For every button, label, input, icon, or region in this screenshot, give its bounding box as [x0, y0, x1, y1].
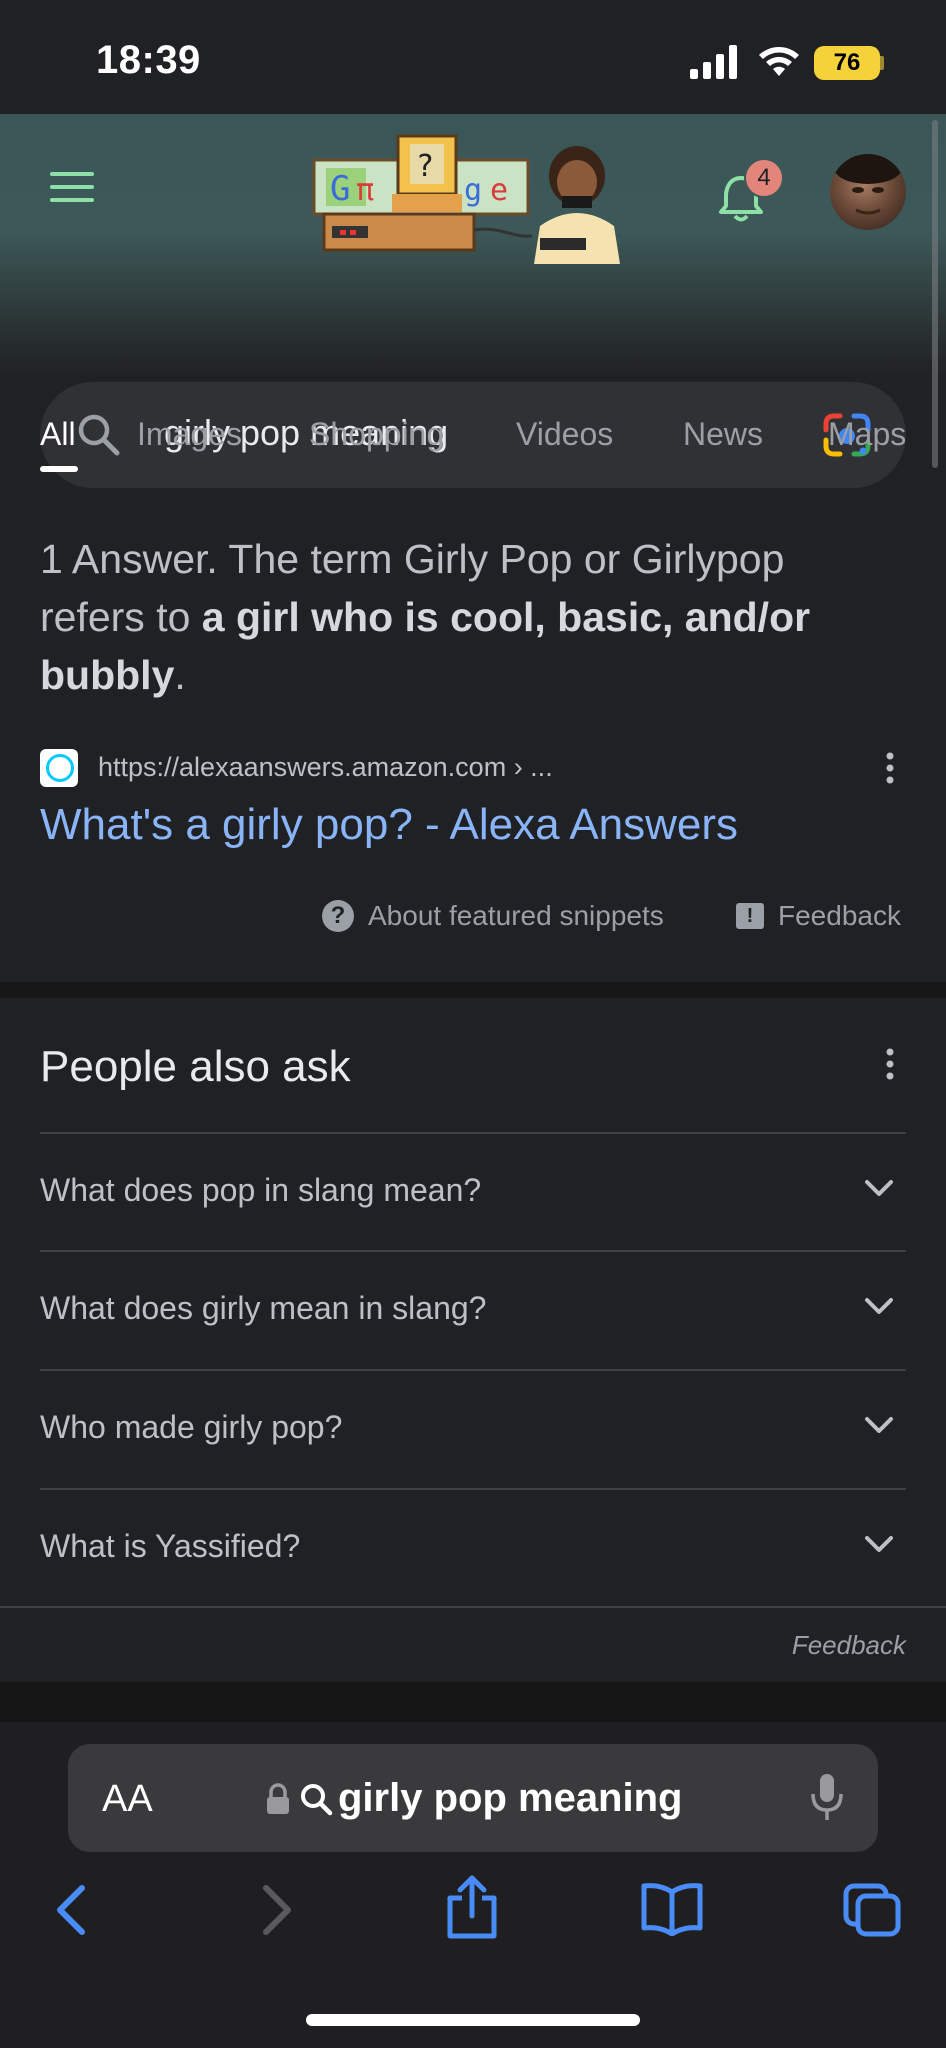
tab-shopping[interactable]: Shopping: [309, 416, 444, 453]
paa-question-item[interactable]: What is Yassified?: [40, 1488, 906, 1608]
people-also-ask-title: People also ask: [40, 1042, 351, 1091]
lock-icon: [267, 1782, 289, 1814]
people-also-ask: People also ask What does pop in slang m…: [0, 998, 946, 1680]
answer-suffix: .: [174, 652, 186, 698]
source-url[interactable]: https://alexaanswers.amazon.com › ...: [98, 752, 553, 783]
chevron-down-icon: [865, 1180, 893, 1196]
status-time: 18:39: [96, 38, 201, 82]
more-options-icon[interactable]: [884, 752, 896, 784]
chevron-down-icon: [865, 1298, 893, 1314]
battery-indicator: 76: [814, 46, 880, 80]
google-doodle-image[interactable]: G π ? g e: [312, 130, 634, 264]
hamburger-menu-icon[interactable]: [50, 172, 94, 206]
search-tabs: All Images Shopping Videos News Maps: [0, 376, 946, 488]
account-avatar[interactable]: [830, 154, 906, 230]
svg-text:π: π: [356, 173, 374, 208]
snippet-answer-text: 1 Answer. The term Girly Pop or Girlypop…: [40, 530, 900, 704]
help-icon: ?: [322, 900, 354, 932]
share-icon[interactable]: [444, 1874, 500, 1940]
page-scrollbar[interactable]: [932, 120, 938, 468]
paa-question-text: Who made girly pop?: [40, 1409, 343, 1445]
bookmarks-icon[interactable]: [640, 1882, 704, 1936]
paa-feedback-link[interactable]: Feedback: [792, 1630, 906, 1661]
paa-question-text: What does pop in slang mean?: [40, 1172, 482, 1208]
search-icon: [301, 1783, 333, 1815]
result-link-title[interactable]: What's a girly pop? - Alexa Answers: [40, 800, 738, 850]
paa-question-text: What is Yassified?: [40, 1528, 301, 1564]
tab-all[interactable]: All: [40, 416, 76, 453]
address-text: girly pop meaning: [338, 1776, 683, 1820]
source-favicon-icon: [40, 749, 78, 787]
google-header: G π ? g e 4 girly pop meaning: [0, 114, 946, 488]
safari-toolbar: AA girly pop meaning: [0, 1722, 946, 2048]
avatar-face-icon: [834, 154, 902, 215]
status-bar: 18:39 76: [0, 0, 946, 114]
paa-question-text: What does girly mean in slang?: [40, 1290, 487, 1326]
aa-label: AA: [102, 1778, 153, 1820]
battery-tip: [880, 56, 884, 70]
home-indicator[interactable]: [306, 2014, 640, 2026]
wifi-icon: [759, 47, 799, 76]
svg-text:e: e: [490, 173, 508, 208]
svg-text:?: ?: [416, 149, 434, 184]
snippet-feedback-button[interactable]: ! Feedback: [736, 900, 901, 932]
about-featured-snippets-button[interactable]: ? About featured snippets: [322, 900, 664, 932]
paa-question-item[interactable]: Who made girly pop?: [40, 1369, 906, 1489]
chevron-down-icon: [865, 1417, 893, 1433]
notification-count-badge: 4: [744, 158, 784, 198]
cellular-signal-icon: [690, 45, 737, 79]
active-tab-indicator: [40, 466, 78, 472]
forward-icon[interactable]: [256, 1882, 296, 1938]
address-field[interactable]: girly pop meaning: [266, 1776, 682, 1821]
section-divider: [0, 982, 946, 998]
featured-snippet: 1 Answer. The term Girly Pop or Girlypop…: [0, 490, 946, 980]
paa-question-item[interactable]: What does girly mean in slang?: [40, 1250, 906, 1370]
reader-text-size-button[interactable]: AA: [102, 1778, 153, 1821]
tab-images[interactable]: Images: [137, 416, 242, 453]
content-separator: [0, 1682, 946, 1722]
more-options-icon[interactable]: [884, 1048, 896, 1080]
svg-text:g: g: [464, 173, 482, 208]
tab-news[interactable]: News: [683, 416, 763, 453]
about-featured-snippets-label: About featured snippets: [368, 900, 664, 931]
feedback-icon: !: [736, 903, 764, 929]
back-icon[interactable]: [52, 1882, 92, 1938]
safari-address-bar[interactable]: AA girly pop meaning: [68, 1744, 878, 1852]
chevron-down-icon: [865, 1536, 893, 1552]
microphone-icon[interactable]: [810, 1772, 844, 1824]
paa-divider: [0, 1606, 946, 1608]
tabs-icon[interactable]: [842, 1882, 902, 1938]
svg-text:G: G: [330, 169, 350, 209]
snippet-feedback-label: Feedback: [778, 900, 901, 931]
tab-videos[interactable]: Videos: [516, 416, 613, 453]
paa-question-item[interactable]: What does pop in slang mean?: [40, 1132, 906, 1252]
tab-maps[interactable]: Maps: [828, 416, 906, 453]
